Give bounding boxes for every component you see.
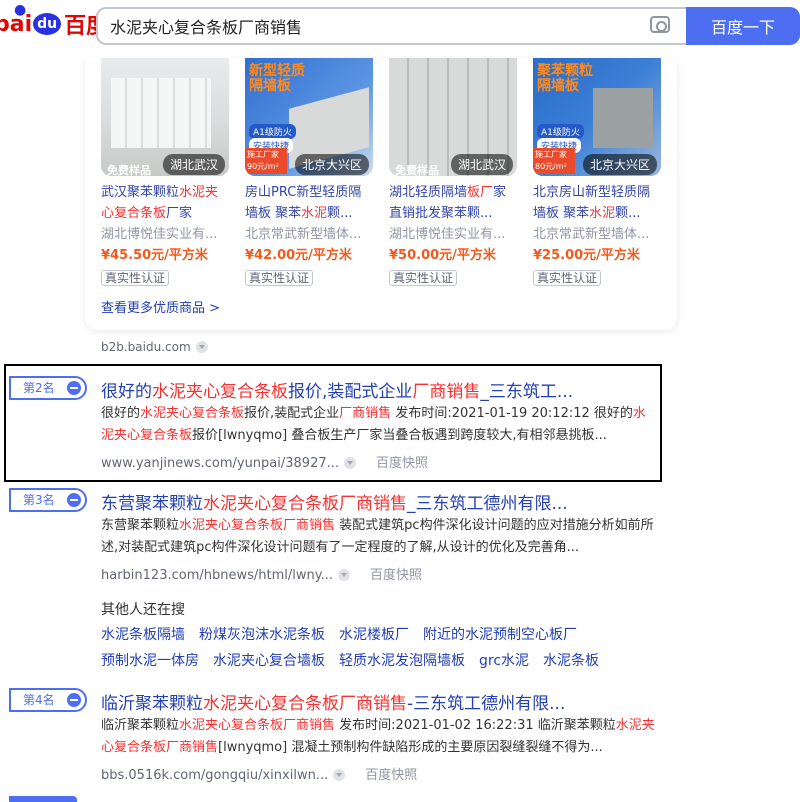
product-title[interactable]: 北京房山新型轻质隔墙板 聚苯水泥颗... — [533, 182, 661, 224]
fireproof-badge: A1级防火 — [249, 124, 296, 139]
dropdown-icon[interactable] — [333, 769, 346, 781]
snapshot-link[interactable]: 百度快照 — [376, 456, 428, 471]
result-title[interactable]: 东营聚苯颗粒水泥夹心复合条板厂商销售_三东筑工德州有限... — [101, 489, 568, 514]
more-products-link[interactable]: 查看更多优质商品 > — [101, 297, 220, 316]
rank-icon — [67, 693, 81, 707]
product-item[interactable]: 免费样品 湖北武汉 湖北轻质隔墙板厂家直销批发聚苯颗... 湖北博悦佳实业有..… — [389, 58, 517, 286]
related-link[interactable]: 水泥楼板厂 — [339, 625, 409, 645]
product-title[interactable]: 武汉聚苯颗粒水泥夹心复合条板厂家 — [101, 182, 229, 224]
result-url[interactable]: harbin123.com/hbnews/html/lwny... 百度快照 — [101, 564, 422, 583]
product-title[interactable]: 湖北轻质隔墙板厂家直销批发聚苯颗... — [389, 182, 517, 224]
price-tag: 施工厂家 80元/m² — [533, 148, 575, 174]
product-seller: 湖北博悦佳实业有... — [389, 227, 506, 242]
snapshot-link[interactable]: 百度快照 — [370, 568, 422, 583]
dropdown-icon[interactable] — [337, 569, 350, 581]
result-abstract: 临沂聚苯颗粒水泥夹心复合条板厂商销售 发布时间:2021-01-02 16:22… — [101, 718, 655, 755]
result-url[interactable]: bbs.0516k.com/gongqiu/xinxilwn... 百度快照 — [101, 764, 417, 783]
product-seller: 北京常武新型墙体... — [533, 227, 650, 242]
product-seller: 北京常武新型墙体... — [245, 227, 362, 242]
related-link[interactable]: 水泥条板隔墙 — [101, 625, 185, 645]
verify-badge: 真实性认证 — [533, 270, 602, 286]
card-source[interactable]: b2b.baidu.com — [101, 340, 208, 354]
fireproof-badge: A1级防火 — [537, 124, 584, 139]
product-image-overlay: 新型轻质隔墙板 — [249, 63, 305, 94]
logo-text-du: du — [33, 13, 62, 35]
product-price: ¥45.50元/平方米 — [101, 248, 208, 263]
snapshot-link[interactable]: 百度快照 — [365, 768, 417, 783]
result-url[interactable]: www.yanjinews.com/yunpai/38927... 百度快照 — [101, 452, 428, 471]
price-tag: 施工厂家 90元/m² — [245, 148, 287, 174]
verify-badge: 真实性认证 — [389, 270, 458, 286]
related-link[interactable]: grc水泥 — [479, 651, 529, 671]
product-image[interactable]: 免费样品 湖北武汉 — [389, 58, 517, 176]
verify-badge: 真实性认证 — [245, 270, 314, 286]
product-image[interactable]: 聚苯颗粒隔墙板 A1级防火 安装快捷 施工厂家 80元/m² 北京大兴区 — [533, 58, 661, 176]
related-link[interactable]: 预制水泥一体房 — [101, 651, 199, 671]
free-sample-label: 免费样品 — [107, 164, 151, 176]
verify-badge: 真实性认证 — [101, 270, 170, 286]
related-row: 预制水泥一体房 水泥夹心复合墙板 轻质水泥发泡隔墙板 grc水泥 水泥条板 — [101, 650, 661, 671]
result-title[interactable]: 临沂聚苯颗粒水泥夹心复合条板厂商销售-三东筑工德州有限... — [101, 689, 565, 714]
product-item[interactable]: 新型轻质隔墙板 A1级防火 安装快捷 施工厂家 90元/m² 北京大兴区 房山PR… — [245, 58, 373, 286]
dropdown-icon[interactable] — [344, 457, 357, 469]
related-link[interactable]: 附近的水泥预制空心板厂 — [423, 625, 577, 645]
next-rank-badge — [9, 796, 77, 802]
related-link[interactable]: 轻质水泥发泡隔墙板 — [339, 651, 465, 671]
others-heading: 其他人还在搜 — [101, 602, 185, 618]
search-input[interactable] — [98, 9, 618, 43]
rank-badge: 第4名 — [9, 688, 87, 712]
rank-icon — [67, 493, 81, 507]
result-title[interactable]: 很好的水泥夹心复合条板报价,装配式企业厂商销售_三东筑工... — [101, 377, 573, 402]
baidu-logo[interactable]: ● bai du 百度 — [0, 2, 108, 40]
result-abstract: 很好的水泥夹心复合条板报价,装配式企业厂商销售 发布时间:2021-01-19 … — [101, 406, 646, 443]
rank-badge: 第3名 — [9, 488, 87, 512]
search-box — [96, 7, 686, 45]
related-link[interactable]: 水泥夹心复合墙板 — [213, 651, 325, 671]
camera-icon[interactable] — [650, 16, 670, 33]
product-item[interactable]: 免费样品 湖北武汉 武汉聚苯颗粒水泥夹心复合条板厂家 湖北博悦佳实业有... ¥… — [101, 58, 229, 286]
location-badge: 北京大兴区 — [582, 154, 657, 175]
rank-icon — [67, 381, 81, 395]
location-badge: 湖北武汉 — [162, 154, 225, 175]
product-seller: 湖北博悦佳实业有... — [101, 227, 218, 242]
product-item[interactable]: 聚苯颗粒隔墙板 A1级防火 安装快捷 施工厂家 80元/m² 北京大兴区 北京房山… — [533, 58, 661, 286]
product-image[interactable]: 免费样品 湖北武汉 — [101, 58, 229, 176]
related-link[interactable]: 水泥条板 — [543, 651, 599, 671]
location-badge: 北京大兴区 — [294, 154, 369, 175]
product-image-overlay: 聚苯颗粒隔墙板 — [537, 63, 593, 94]
paw-icon: ● — [14, 2, 27, 18]
rank-badge: 第2名 — [9, 376, 87, 400]
related-link[interactable]: 粉煤灰泡沫水泥条板 — [199, 625, 325, 645]
product-image[interactable]: 新型轻质隔墙板 A1级防火 安装快捷 施工厂家 90元/m² 北京大兴区 — [245, 58, 373, 176]
search-button[interactable]: 百度一下 — [686, 7, 800, 45]
location-badge: 湖北武汉 — [450, 154, 513, 175]
header: ● bai du 百度 百度一下 — [0, 0, 800, 58]
product-title[interactable]: 房山PRC新型轻质隔墙板 聚苯水泥颗... — [245, 182, 373, 224]
product-price: ¥50.00元/平方米 — [389, 248, 496, 263]
related-row: 水泥条板隔墙 粉煤灰泡沫水泥条板 水泥楼板厂 附近的水泥预制空心板厂 — [101, 624, 661, 645]
result-abstract: 东营聚苯颗粒水泥夹心复合条板厂商销售 装配式建筑pc构件深化设计问题的应对措施分… — [101, 518, 654, 555]
dropdown-icon[interactable] — [195, 341, 208, 353]
product-price: ¥42.00元/平方米 — [245, 248, 352, 263]
product-card: 免费样品 湖北武汉 武汉聚苯颗粒水泥夹心复合条板厂家 湖北博悦佳实业有... ¥… — [85, 58, 677, 330]
free-sample-label: 免费样品 — [395, 164, 439, 176]
product-price: ¥25.00元/平方米 — [533, 248, 640, 263]
